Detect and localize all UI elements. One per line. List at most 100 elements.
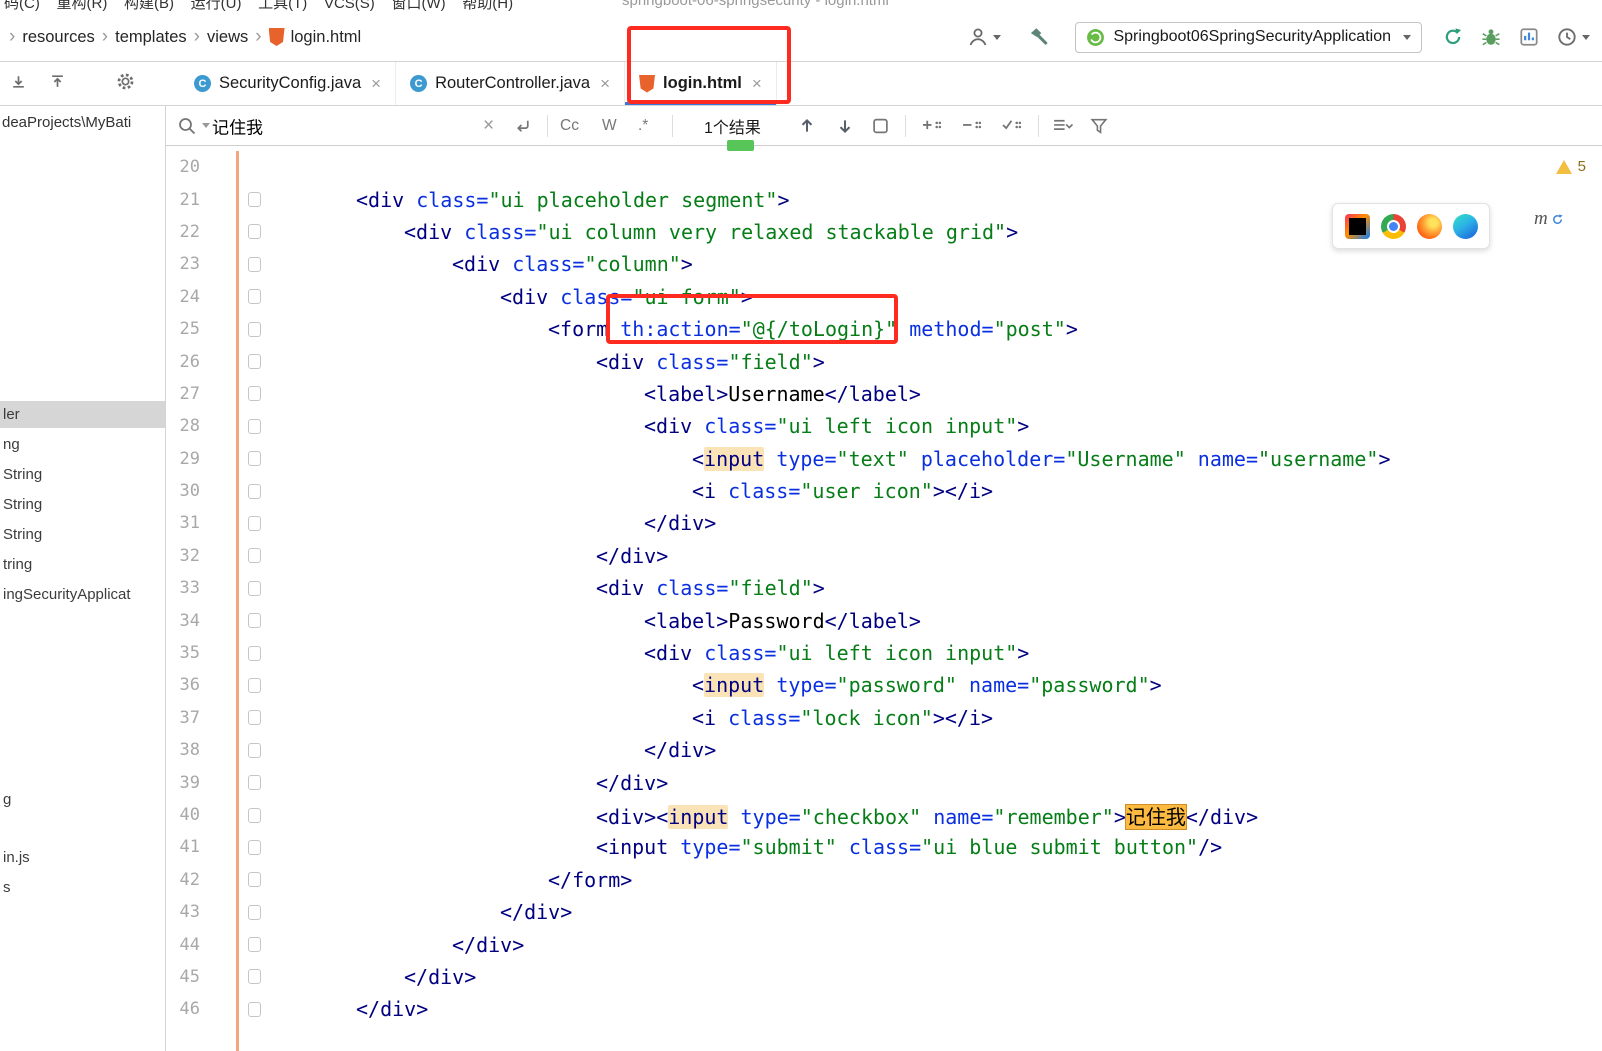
filter-search-lines-icon[interactable] (1052, 117, 1073, 134)
line-number[interactable]: 32 (166, 546, 200, 566)
regex-toggle[interactable]: .* (638, 117, 648, 135)
rerun-icon[interactable] (1442, 26, 1464, 48)
line-number[interactable]: 25 (166, 319, 200, 339)
line-number[interactable]: 26 (166, 352, 200, 372)
user-account-icon[interactable] (967, 26, 1002, 48)
tab-close-icon[interactable]: × (371, 74, 381, 94)
fold-marker-icon[interactable] (248, 354, 261, 370)
project-tree-item[interactable]: String (0, 521, 165, 548)
fold-marker-icon[interactable] (248, 256, 261, 272)
open-in-find-window-icon[interactable] (872, 117, 889, 134)
line-number[interactable]: 20 (166, 157, 200, 177)
fold-marker-icon[interactable] (248, 839, 261, 855)
add-occurrence-icon[interactable] (922, 117, 943, 134)
line-number[interactable]: 43 (166, 902, 200, 922)
fold-marker-icon[interactable] (248, 613, 261, 629)
project-tree-item[interactable]: ng (0, 431, 165, 458)
line-number[interactable]: 42 (166, 870, 200, 890)
breadcrumb-item-templates[interactable]: templates (115, 28, 187, 47)
fold-marker-icon[interactable] (248, 192, 261, 208)
line-number[interactable]: 35 (166, 643, 200, 663)
fold-marker-icon[interactable] (248, 418, 261, 434)
fold-marker-icon[interactable] (248, 515, 261, 531)
project-tree-item[interactable]: ingSecurityApplicat (0, 581, 165, 608)
line-number[interactable]: 34 (166, 611, 200, 631)
line-number[interactable]: 41 (166, 837, 200, 857)
line-number[interactable]: 30 (166, 481, 200, 501)
fold-marker-icon[interactable] (248, 904, 261, 920)
line-number[interactable]: 33 (166, 578, 200, 598)
tab-SecurityConfig-java[interactable]: C SecurityConfig.java × (180, 62, 397, 105)
project-tree-item[interactable]: String (0, 491, 165, 518)
history-clock-icon[interactable] (1556, 26, 1590, 48)
menu-items[interactable]: 码(C) 重构(R) 构建(B) 运行(U) 工具(T) VCS(S) 窗口(W… (4, 0, 513, 13)
previous-match-icon[interactable] (798, 117, 816, 135)
fold-marker-icon[interactable] (248, 677, 261, 693)
line-number[interactable]: 29 (166, 449, 200, 469)
project-tree-item[interactable]: g (0, 786, 165, 813)
debug-bug-icon[interactable] (1480, 26, 1502, 48)
line-number[interactable]: 40 (166, 805, 200, 825)
newline-icon[interactable] (513, 116, 532, 135)
line-number[interactable]: 38 (166, 740, 200, 760)
line-number[interactable]: 46 (166, 999, 200, 1019)
chrome-browser-icon[interactable] (1380, 213, 1406, 239)
code-editor[interactable]: 20 21 <div class="ui placeholder segment">… (166, 151, 1602, 1026)
line-number[interactable]: 22 (166, 222, 200, 242)
fold-marker-icon[interactable] (248, 321, 261, 337)
line-number[interactable]: 36 (166, 675, 200, 695)
line-number[interactable]: 24 (166, 287, 200, 307)
fold-marker-icon[interactable] (248, 451, 261, 467)
fold-marker-icon[interactable] (248, 742, 261, 758)
project-tree-item[interactable]: in.js (0, 844, 165, 871)
inspections-widget[interactable]: 5 (1555, 158, 1586, 175)
line-number[interactable]: 31 (166, 513, 200, 533)
fold-marker-icon[interactable] (248, 386, 261, 402)
select-all-occurrences-icon[interactable] (1002, 117, 1023, 134)
fold-marker-icon[interactable] (248, 775, 261, 791)
line-number[interactable]: 44 (166, 935, 200, 955)
fold-marker-icon[interactable] (248, 548, 261, 564)
project-tree-item[interactable]: ler (0, 401, 165, 428)
line-number[interactable]: 27 (166, 384, 200, 404)
search-icon[interactable] (176, 115, 210, 137)
fold-marker-icon[interactable] (248, 872, 261, 888)
window-menu-bar[interactable]: 码(C) 重构(R) 构建(B) 运行(U) 工具(T) VCS(S) 窗口(W… (0, 0, 1602, 13)
fold-marker-icon[interactable] (248, 1001, 261, 1017)
intellij-browser-icon[interactable] (1344, 213, 1370, 239)
whole-words-toggle[interactable]: W (602, 117, 617, 135)
clear-search-icon[interactable]: × (483, 115, 494, 137)
tab-login-html[interactable]: login.html × (625, 62, 777, 105)
project-tree-item[interactable]: String (0, 461, 165, 488)
match-case-toggle[interactable]: Cc (560, 117, 579, 135)
breadcrumb-item-views[interactable]: views (207, 28, 248, 47)
edge-browser-icon[interactable] (1452, 213, 1478, 239)
line-number[interactable]: 37 (166, 708, 200, 728)
filter-funnel-icon[interactable] (1090, 117, 1109, 134)
project-tree-item[interactable]: s (0, 874, 165, 901)
fold-marker-icon[interactable] (248, 969, 261, 985)
search-input[interactable]: 记住我 (212, 113, 263, 138)
expand-all-icon[interactable] (49, 73, 66, 95)
line-number[interactable]: 39 (166, 773, 200, 793)
run-with-coverage-icon[interactable] (1518, 26, 1540, 48)
build-hammer-icon[interactable] (1027, 26, 1049, 48)
breadcrumb-item-login-html[interactable]: login.html (291, 28, 362, 47)
line-number[interactable]: 28 (166, 416, 200, 436)
fold-marker-icon[interactable] (248, 483, 261, 499)
fold-marker-icon[interactable] (248, 224, 261, 240)
breadcrumb-item-resources[interactable]: resources (22, 28, 94, 47)
fold-marker-icon[interactable] (248, 807, 261, 823)
fold-marker-icon[interactable] (248, 937, 261, 953)
fold-marker-icon[interactable] (248, 580, 261, 596)
fold-marker-icon[interactable] (248, 289, 261, 305)
tab-close-icon[interactable]: × (600, 74, 610, 94)
remove-occurrence-icon[interactable] (962, 117, 983, 134)
line-number[interactable]: 23 (166, 254, 200, 274)
run-configuration-select[interactable]: Springboot06SpringSecurityApplication (1075, 21, 1422, 53)
fold-marker-icon[interactable] (248, 645, 261, 661)
line-number[interactable]: 21 (166, 190, 200, 210)
collapse-all-icon[interactable] (10, 73, 27, 95)
line-number[interactable]: 45 (166, 967, 200, 987)
settings-gear-icon[interactable] (116, 72, 135, 96)
